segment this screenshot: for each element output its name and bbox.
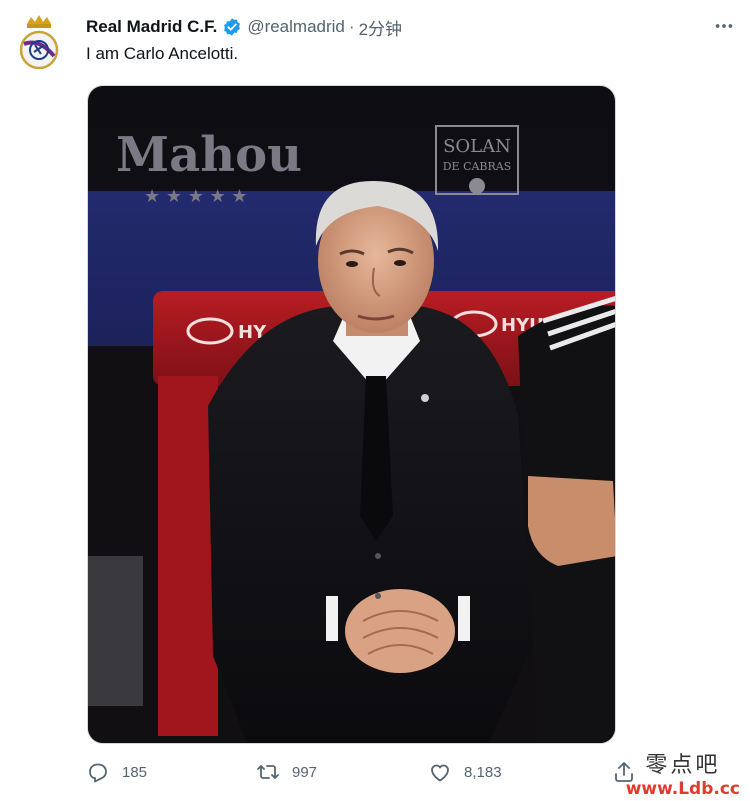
author-handle[interactable]: @realmadrid: [247, 17, 345, 37]
mahou-sign: Mahou: [116, 127, 302, 183]
like-button[interactable]: 8,183: [428, 760, 502, 784]
separator-dot: ·: [348, 17, 355, 36]
svg-text:DE CABRAS: DE CABRAS: [443, 160, 512, 173]
share-icon: [615, 762, 633, 782]
like-count: 8,183: [464, 763, 502, 781]
real-madrid-crest-icon: [19, 15, 59, 70]
share-button[interactable]: [612, 760, 648, 784]
more-icon[interactable]: [710, 12, 738, 40]
svg-text:SOLAN: SOLAN: [443, 136, 511, 157]
tweet-text: I am Carlo Ancelotti.: [86, 44, 239, 63]
like-icon: [431, 764, 449, 782]
author-avatar[interactable]: [18, 14, 60, 72]
tweet-photo[interactable]: Mahou ★ ★ ★ ★ ★ SOLAN DE CABRAS HY HYUN: [87, 85, 616, 744]
retweet-count: 997: [292, 763, 318, 781]
author-display-name[interactable]: Real Madrid C.F.: [86, 17, 217, 37]
verified-badge-icon: [224, 18, 241, 36]
tweet-header: Real Madrid C.F. @realmadrid · 2分钟: [86, 14, 730, 40]
retweet-icon: [257, 765, 279, 779]
tweet-timestamp[interactable]: 2分钟: [359, 15, 402, 40]
tweet-actions: 185 997 8,183: [86, 760, 646, 790]
svg-text:★ ★ ★ ★ ★: ★ ★ ★ ★ ★: [144, 186, 248, 207]
reply-button[interactable]: 185: [86, 760, 147, 784]
reply-count: 185: [122, 763, 148, 781]
ancelotti-photo: Mahou ★ ★ ★ ★ ★ SOLAN DE CABRAS HY HYUN: [88, 86, 615, 743]
reply-icon: [89, 763, 107, 783]
retweet-button[interactable]: 997: [256, 760, 317, 784]
